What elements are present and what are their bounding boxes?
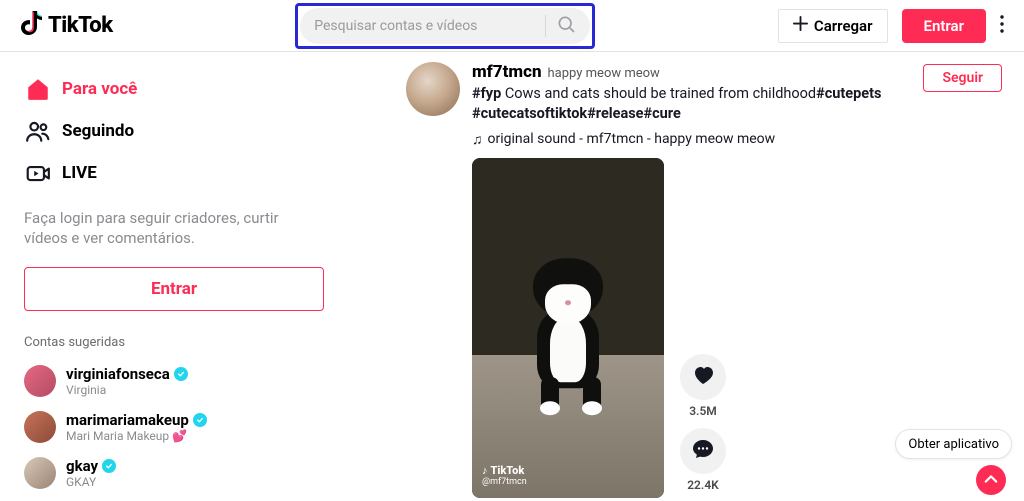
- account-avatar: [24, 365, 56, 397]
- suggested-accounts-header: Contas sugeridas: [24, 335, 330, 350]
- upload-label: Carregar: [814, 17, 873, 35]
- plus-icon: [793, 16, 808, 35]
- hashtag[interactable]: #fyp: [472, 85, 501, 102]
- follow-button[interactable]: Seguir: [923, 64, 1002, 92]
- upload-button[interactable]: Carregar: [778, 9, 888, 43]
- sidebar-login-button[interactable]: Entrar: [24, 267, 324, 311]
- chevron-up-icon: [984, 471, 998, 490]
- hashtag[interactable]: #cutepets: [816, 85, 881, 102]
- suggested-account[interactable]: virginiafonseca Virginia: [24, 358, 330, 404]
- nav-for-you[interactable]: Para você: [24, 68, 330, 110]
- like-button[interactable]: [680, 354, 726, 400]
- nav-for-you-label: Para você: [62, 79, 137, 99]
- account-avatar: [24, 457, 56, 489]
- post-video[interactable]: ♪TikTok @mf7tmcn: [472, 158, 664, 498]
- login-prompt-text: Faça login para seguir criadores, curtir…: [24, 208, 330, 249]
- music-note-icon: ♫: [472, 131, 483, 148]
- verified-icon: [102, 459, 116, 473]
- people-icon: [24, 117, 52, 145]
- suggested-account[interactable]: gkay GKAY: [24, 450, 330, 496]
- nav-following[interactable]: Seguindo: [24, 110, 330, 152]
- post-caption: #fyp Cows and cats should be trained fro…: [472, 84, 912, 125]
- account-username: gkay: [66, 457, 98, 475]
- post-author-avatar[interactable]: [406, 62, 460, 116]
- comment-button[interactable]: [680, 428, 726, 474]
- account-subtitle: Mari Maria Makeup 💕: [66, 429, 207, 443]
- search-divider: [545, 15, 546, 37]
- post-sound[interactable]: ♫ original sound - mf7tmcn - happy meow …: [472, 131, 912, 148]
- brand-logo[interactable]: TikTok: [20, 11, 113, 41]
- post-header: mf7tmcn happy meow meow #fyp Cows and ca…: [406, 62, 1002, 148]
- account-subtitle: Virginia: [66, 383, 188, 397]
- brand-name: TikTok: [48, 13, 113, 38]
- account-avatar: [24, 411, 56, 443]
- post-author-nickname: happy meow meow: [548, 66, 660, 81]
- verified-icon: [193, 413, 207, 427]
- post-actions: 3.5M 22.4K: [680, 158, 726, 498]
- account-subtitle: GKAY: [66, 475, 116, 489]
- comment-count: 22.4K: [687, 478, 719, 492]
- tiktok-note-icon: [20, 11, 44, 41]
- account-username: marimariamakeup: [66, 411, 189, 429]
- sidebar: Para você Seguindo LIVE Faça login para …: [0, 52, 340, 501]
- post-sound-label: original sound - mf7tmcn - happy meow me…: [488, 131, 776, 147]
- search-highlight-box: [295, 3, 595, 49]
- hashtag[interactable]: #release: [587, 105, 643, 122]
- header-actions: Carregar Entrar: [778, 9, 1004, 43]
- hashtag[interactable]: #cure: [644, 105, 681, 122]
- video-watermark: ♪TikTok @mf7tmcn: [482, 465, 527, 488]
- nav-live-label: LIVE: [62, 163, 97, 183]
- more-menu-icon[interactable]: [1000, 15, 1004, 37]
- account-username: virginiafonseca: [66, 365, 170, 383]
- header: TikTok Carregar Entrar: [0, 0, 1024, 52]
- search-icon[interactable]: [556, 14, 576, 38]
- tiktok-note-icon: ♪: [482, 465, 488, 478]
- home-icon: [24, 75, 52, 103]
- header-login-button[interactable]: Entrar: [902, 9, 986, 43]
- suggested-account[interactable]: euromagagah ROMAGAGA: [24, 496, 330, 501]
- nav-live[interactable]: LIVE: [24, 152, 330, 194]
- nav-following-label: Seguindo: [62, 121, 134, 141]
- like-count: 3.5M: [689, 404, 717, 418]
- get-app-button[interactable]: Obter aplicativo: [895, 429, 1012, 459]
- search-input[interactable]: [314, 18, 535, 34]
- live-icon: [24, 159, 52, 187]
- cat-illustration: [513, 258, 623, 413]
- scroll-to-top-button[interactable]: [976, 465, 1006, 495]
- hashtag[interactable]: #cutecatsoftiktok: [472, 105, 587, 122]
- post-author-username[interactable]: mf7tmcn: [472, 62, 542, 82]
- heart-icon: [691, 363, 715, 391]
- verified-icon: [174, 367, 188, 381]
- search-box[interactable]: [300, 8, 590, 44]
- suggested-account[interactable]: marimariamakeup Mari Maria Makeup 💕: [24, 404, 330, 450]
- comment-icon: [691, 437, 715, 465]
